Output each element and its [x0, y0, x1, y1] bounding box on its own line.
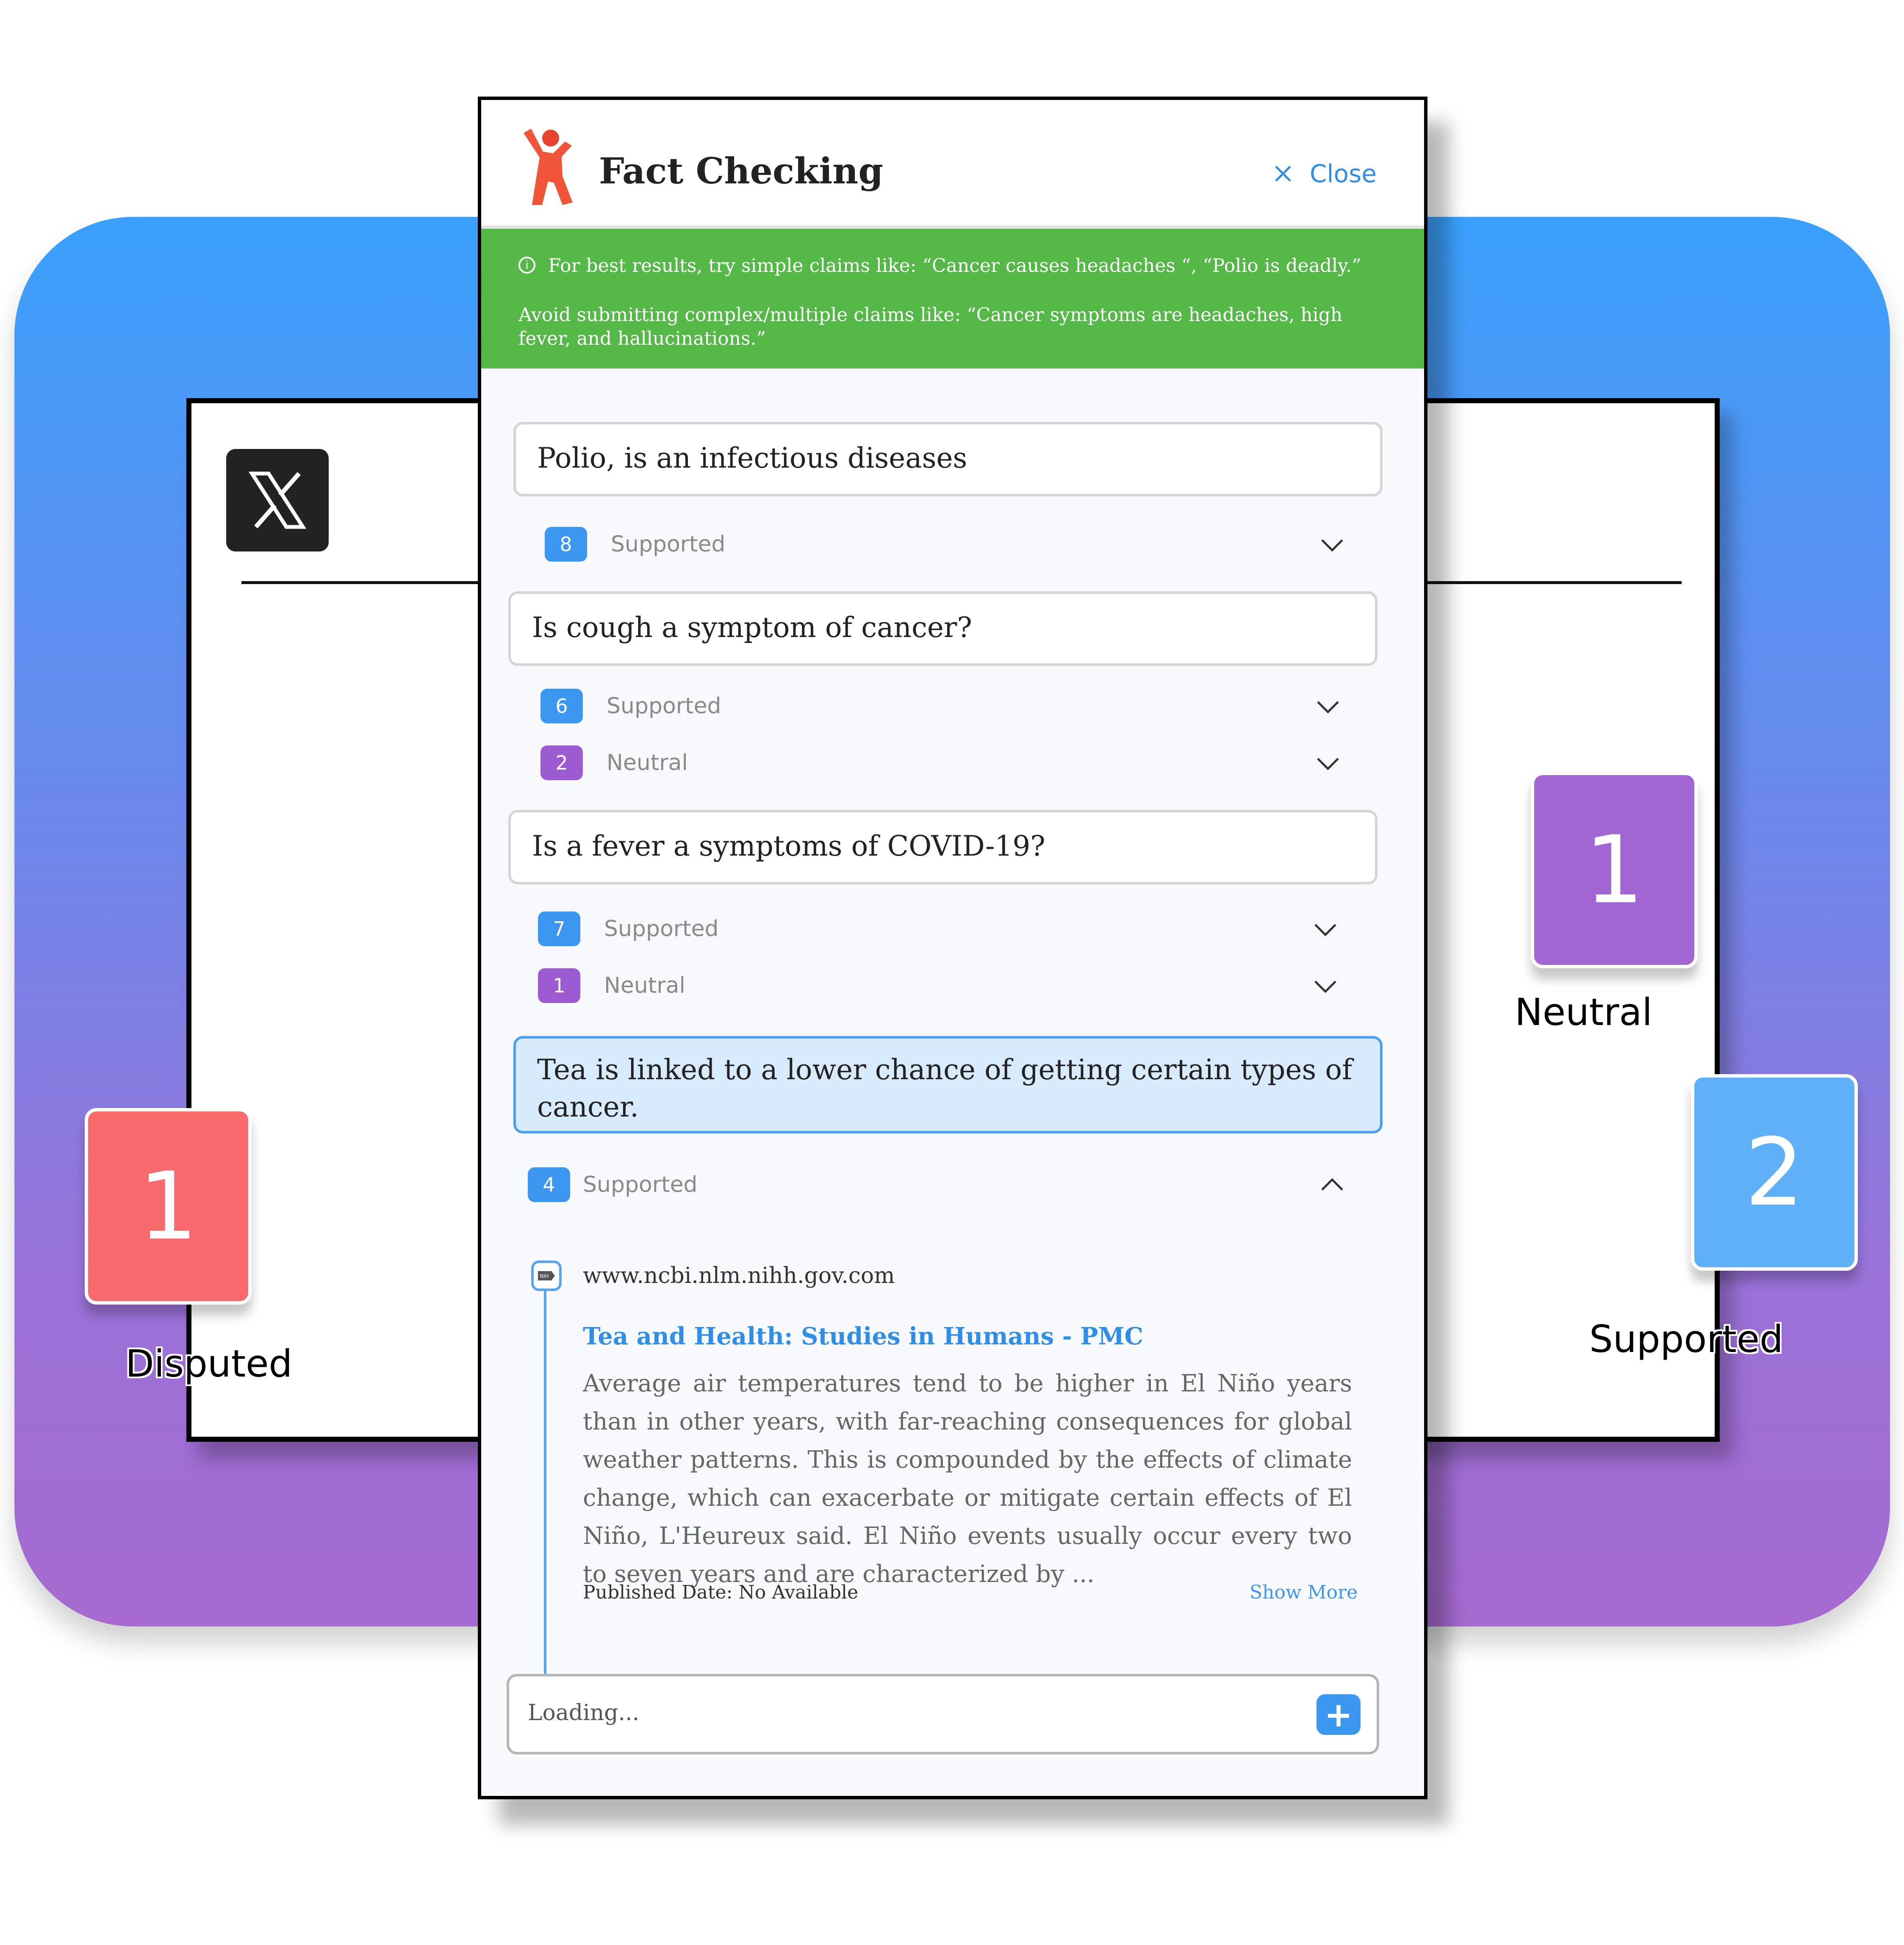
claim-card[interactable]: Is a fever a symptoms of COVID-19? [508, 810, 1377, 884]
fact-checking-dialog: Fact Checking Close i For best results, … [478, 97, 1427, 1799]
supported-count-box: 2 [1691, 1074, 1858, 1271]
disputed-count: 1 [139, 1152, 198, 1261]
claim-card[interactable]: Polio, is an infectious diseases [513, 422, 1383, 496]
page-title: Fact Checking [599, 150, 884, 192]
claim-card[interactable]: Is cough a symptom of cancer? [508, 591, 1377, 666]
result-label: Supported [607, 693, 721, 719]
chevron-up-icon[interactable] [1321, 1178, 1344, 1191]
close-label: Close [1310, 159, 1377, 188]
chevron-down-icon[interactable] [1314, 980, 1337, 993]
close-button[interactable]: Close [1273, 159, 1377, 188]
neutral-count-box: 1 [1531, 772, 1698, 968]
result-label: Neutral [607, 750, 688, 776]
result-label: Supported [611, 532, 726, 557]
article-excerpt: Average air temperatures tend to be high… [583, 1370, 1352, 1588]
info-icon: i [518, 257, 535, 274]
disputed-count-box: 1 [85, 1108, 252, 1305]
result-count-badge: 8 [545, 527, 587, 562]
result-row-supported-expanded[interactable]: 4 Supported [528, 1166, 1358, 1204]
result-label: Supported [604, 916, 719, 942]
result-count-badge: 2 [540, 745, 583, 780]
result-row-supported[interactable]: 8 Supported [545, 525, 1358, 563]
plus-icon: + [1324, 1695, 1353, 1734]
neutral-label: Neutral [1515, 990, 1652, 1034]
disputed-label: Disputed [125, 1342, 293, 1385]
tips-banner: i For best results, try simple claims li… [481, 229, 1424, 368]
supported-count: 2 [1745, 1118, 1804, 1227]
divider [241, 581, 479, 584]
claim-card-active[interactable]: Tea is linked to a lower chance of getti… [513, 1036, 1383, 1133]
chevron-down-icon[interactable] [1314, 923, 1337, 936]
supported-label: Supported [1589, 1317, 1783, 1361]
x-logo-icon [226, 449, 329, 551]
result-row-neutral[interactable]: 2 Neutral [540, 744, 1354, 782]
divider [1427, 581, 1682, 584]
source-icon-text: NIH [540, 1273, 549, 1279]
chevron-down-icon[interactable] [1316, 757, 1339, 770]
result-count-badge: 6 [540, 689, 583, 723]
result-label: Supported [583, 1172, 698, 1197]
result-row-supported[interactable]: 7 Supported [538, 910, 1351, 948]
close-icon [1275, 166, 1291, 182]
evidence-timeline [544, 1282, 546, 1688]
source-url[interactable]: www.ncbi.nlm.nihh.gov.com [583, 1263, 895, 1288]
result-count-badge: 1 [538, 968, 580, 1003]
tip-avoid-complex: Avoid submitting complex/multiple claims… [518, 304, 1343, 349]
show-more-link[interactable]: Show More [1250, 1582, 1358, 1603]
chevron-down-icon[interactable] [1321, 539, 1344, 551]
chevron-down-icon[interactable] [1316, 701, 1339, 713]
claim-text: Is cough a symptom of cancer? [532, 611, 972, 644]
add-claim-button[interactable]: + [1316, 1694, 1361, 1735]
result-row-supported[interactable]: 6 Supported [540, 687, 1354, 725]
article-title-link[interactable]: Tea and Health: Studies in Humans - PMC [583, 1322, 1143, 1350]
claim-text: Tea is linked to a lower chance of getti… [537, 1053, 1352, 1123]
result-row-neutral[interactable]: 1 Neutral [538, 967, 1351, 1005]
result-count-badge: 4 [528, 1167, 570, 1202]
claim-text: Polio, is an infectious diseases [537, 442, 967, 474]
result-label: Neutral [604, 973, 685, 998]
tip-simple-claims: For best results, try simple claims like… [548, 255, 1361, 277]
result-count-badge: 7 [538, 912, 580, 946]
claim-input-value: Loading... [528, 1700, 640, 1726]
nih-source-icon: NIH [531, 1261, 562, 1291]
neutral-count: 1 [1585, 816, 1644, 924]
claim-text: Is a fever a symptoms of COVID-19? [532, 830, 1045, 862]
published-date: Published Date: No Available [583, 1582, 859, 1603]
fact-check-figure-logo [518, 127, 577, 208]
